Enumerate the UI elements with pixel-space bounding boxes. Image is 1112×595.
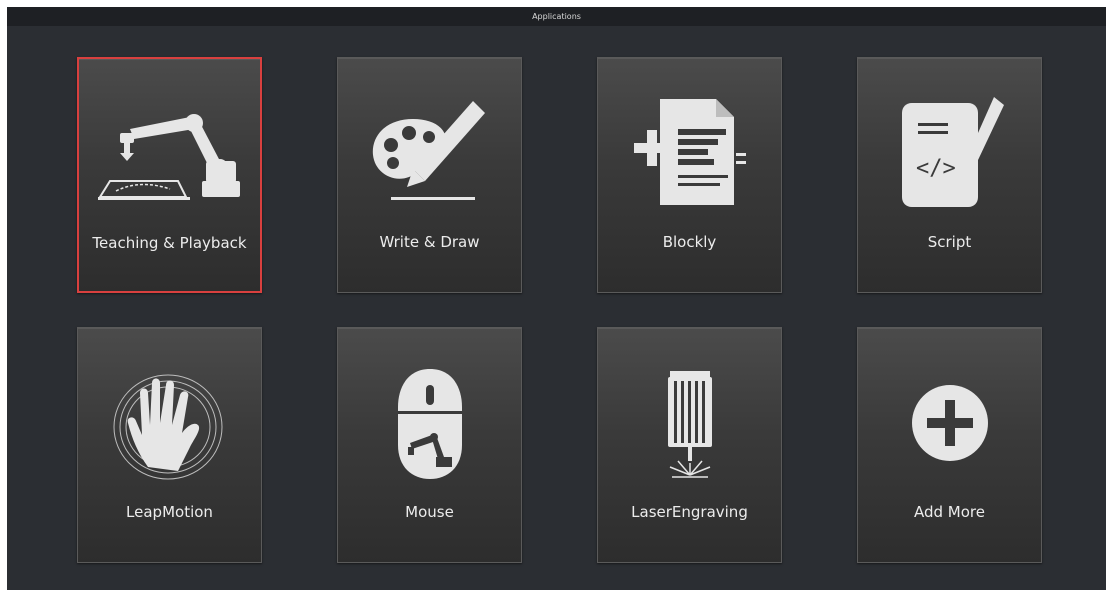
blockly-document-icon bbox=[598, 93, 781, 213]
tile-label: Mouse bbox=[405, 503, 454, 521]
applications-window: Applications Teaching & Playback Write &… bbox=[7, 7, 1106, 590]
tile-label: Teaching & Playback bbox=[92, 234, 247, 252]
tile-mouse[interactable]: Mouse bbox=[337, 327, 522, 563]
tile-label: LaserEngraving bbox=[631, 503, 748, 521]
tile-write-draw[interactable]: Write & Draw bbox=[337, 57, 522, 293]
mouse-icon bbox=[338, 363, 521, 483]
tile-add-more[interactable]: Add More bbox=[857, 327, 1042, 563]
palette-pencil-icon bbox=[338, 93, 521, 213]
tile-laser-engraving[interactable]: LaserEngraving bbox=[597, 327, 782, 563]
hand-icon bbox=[78, 363, 261, 483]
tile-label: Script bbox=[927, 233, 972, 251]
tile-label: Blockly bbox=[662, 233, 717, 251]
tile-script[interactable]: </> Script bbox=[857, 57, 1042, 293]
svg-text:</>: </> bbox=[916, 156, 956, 181]
tile-teaching-playback[interactable]: Teaching & Playback bbox=[77, 57, 262, 293]
script-document-icon: </> bbox=[858, 93, 1041, 213]
tile-label: Write & Draw bbox=[379, 233, 480, 251]
tile-blockly[interactable]: Blockly bbox=[597, 57, 782, 293]
tile-label: Add More bbox=[914, 503, 985, 521]
window-title: Applications bbox=[7, 7, 1106, 26]
plus-circle-icon bbox=[858, 363, 1041, 483]
robot-arm-icon bbox=[79, 94, 260, 214]
tile-leapmotion[interactable]: LeapMotion bbox=[77, 327, 262, 563]
tile-label: LeapMotion bbox=[126, 503, 213, 521]
laser-icon bbox=[598, 363, 781, 483]
